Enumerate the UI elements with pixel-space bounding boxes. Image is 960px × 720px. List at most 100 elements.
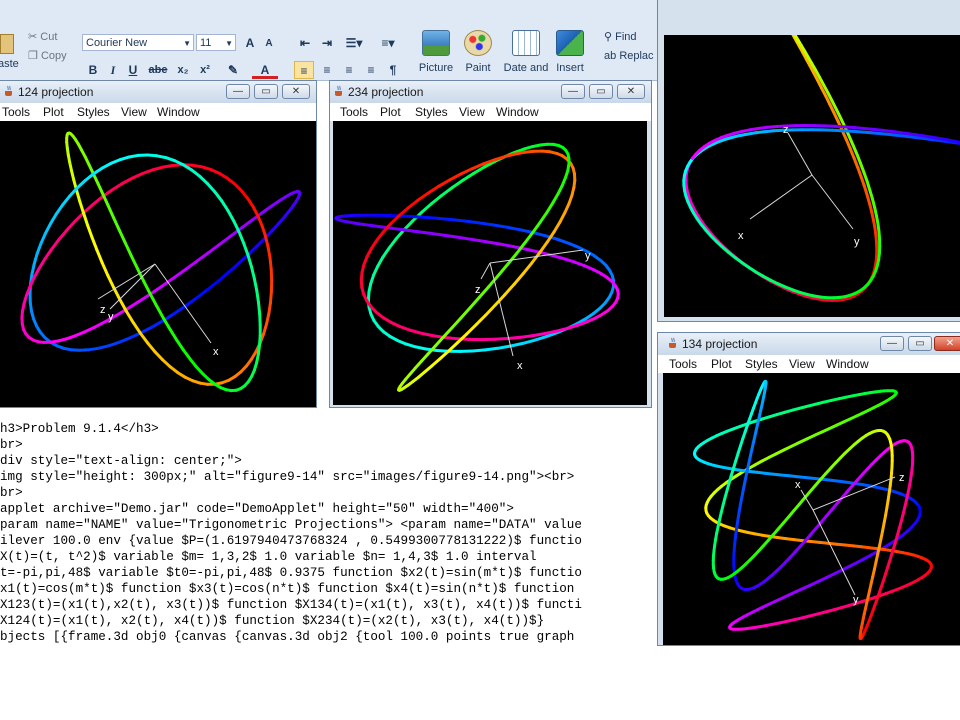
plot-canvas-top-right[interactable]: x y z xyxy=(664,35,960,317)
curve-segment xyxy=(127,331,142,340)
code-line: h3>Problem 9.1.4</h3> xyxy=(0,422,159,436)
shrink-font-button[interactable]: A xyxy=(262,35,276,53)
find-button[interactable]: ⚲ Find xyxy=(604,30,637,43)
underline-button[interactable]: U xyxy=(126,61,140,79)
font-size-select[interactable]: 11 ▼ xyxy=(196,34,236,51)
menu-styles[interactable]: Styles xyxy=(77,105,110,119)
minimize-button[interactable]: — xyxy=(561,84,585,99)
curve-segment xyxy=(484,240,502,246)
align-left-button[interactable]: ≡ xyxy=(294,61,314,79)
curve-segment xyxy=(217,235,232,247)
grow-font-button[interactable]: A xyxy=(242,34,258,52)
code-line: div style="text-align: center;"> xyxy=(0,454,242,468)
curve-segment xyxy=(269,289,273,304)
replace-icon: ab xyxy=(604,50,617,62)
curve-segment xyxy=(112,286,122,302)
curve-segment xyxy=(268,256,273,271)
bold-button[interactable]: B xyxy=(86,61,100,79)
menu-view[interactable]: View xyxy=(459,105,485,119)
curve-segment xyxy=(117,336,131,344)
menu-plot[interactable]: Plot xyxy=(43,105,64,119)
code-line: X(t)=(t, t^2)$ variable $m= 1,3,2$ 1.0 v… xyxy=(0,550,537,564)
curve-segment xyxy=(496,263,509,278)
paragraph-button[interactable]: ¶ xyxy=(384,61,402,79)
menu-view[interactable]: View xyxy=(121,105,147,119)
maximize-button[interactable]: ▭ xyxy=(908,336,932,351)
menu-tools[interactable]: Tools xyxy=(340,105,368,119)
minimize-button[interactable]: — xyxy=(226,84,250,99)
increase-indent-button[interactable]: ⇥ xyxy=(318,34,336,52)
plot-canvas-134[interactable]: x y z xyxy=(663,373,960,645)
x-axis-line xyxy=(489,262,514,357)
window-234-projection[interactable]: 234 projection — ▭ ✕ Tools Plot Styles V… xyxy=(329,80,652,408)
curve-segment xyxy=(415,230,432,235)
replace-button[interactable]: ab Replac xyxy=(604,50,654,62)
paste-button[interactable]: aste xyxy=(0,30,20,70)
menu-window[interactable]: Window xyxy=(826,357,869,371)
close-button[interactable]: ✕ xyxy=(282,84,310,99)
menu-plot[interactable]: Plot xyxy=(380,105,401,119)
curve-segment xyxy=(112,216,121,232)
window-134-projection[interactable]: 134 projection — ▭ ✕ Tools Plot Styles V… xyxy=(657,332,960,646)
curve-segment xyxy=(35,242,43,256)
menu-view[interactable]: View xyxy=(789,357,815,371)
title-bar[interactable]: 124 projection — ▭ ✕ xyxy=(0,81,316,103)
curve-segment xyxy=(550,253,566,261)
menu-window[interactable]: Window xyxy=(157,105,200,119)
menu-tools[interactable]: Tools xyxy=(2,105,30,119)
menu-tools[interactable]: Tools xyxy=(669,357,697,371)
curve-segment xyxy=(206,243,221,255)
curve-segment xyxy=(30,262,36,276)
plot-canvas-124[interactable]: x y z xyxy=(0,121,316,407)
copy-button[interactable]: ❐ Copy xyxy=(28,49,67,62)
subscript-button[interactable]: x₂ xyxy=(174,61,192,79)
binoculars-icon: ⚲ xyxy=(604,31,613,43)
font-family-select[interactable]: Courier New ▼ xyxy=(82,34,194,51)
close-button[interactable]: ✕ xyxy=(934,336,960,351)
decrease-indent-button[interactable]: ⇤ xyxy=(296,34,314,52)
minimize-button[interactable]: — xyxy=(880,336,904,351)
justify-button[interactable]: ≡ xyxy=(362,61,380,79)
window-124-projection[interactable]: 124 projection — ▭ ✕ Tools Plot Styles V… xyxy=(0,80,317,408)
window-top-right-projection[interactable]: x y z xyxy=(657,0,960,322)
menu-styles[interactable]: Styles xyxy=(415,105,448,119)
superscript-button[interactable]: x² xyxy=(196,61,214,79)
curve-segment xyxy=(504,225,522,232)
curve-segment xyxy=(237,253,250,265)
insert-object-button[interactable]: Insert xyxy=(542,30,598,74)
font-color-button[interactable]: A xyxy=(252,61,278,79)
strikethrough-button[interactable]: abe xyxy=(146,61,170,79)
bullets-button[interactable]: ☰▾ xyxy=(340,34,368,52)
curve-segment xyxy=(426,184,441,195)
curve-segment xyxy=(37,257,47,271)
paste-label: aste xyxy=(0,58,19,70)
align-center-button[interactable]: ≡ xyxy=(318,61,336,79)
menu-window[interactable]: Window xyxy=(496,105,539,119)
cut-button[interactable]: ✂ Cut xyxy=(28,30,57,43)
html-source-text[interactable]: h3>Problem 9.1.4</h3> br> div style="text-… xyxy=(0,421,655,645)
plot-canvas-234[interactable]: x y z xyxy=(333,121,647,405)
curve-segment xyxy=(100,261,110,277)
line-spacing-button[interactable]: ≡▾ xyxy=(374,34,402,52)
title-bar[interactable]: 234 projection — ▭ ✕ xyxy=(330,81,651,103)
menu-plot[interactable]: Plot xyxy=(711,357,732,371)
menu-styles[interactable]: Styles xyxy=(745,357,778,371)
axis-label-y: y xyxy=(853,594,859,606)
title-bar[interactable]: 134 projection — ▭ ✕ xyxy=(658,333,960,355)
curve-segment xyxy=(100,161,113,170)
close-button[interactable]: ✕ xyxy=(617,84,645,99)
curve-segment xyxy=(402,219,415,232)
italic-button[interactable]: I xyxy=(106,61,120,79)
curve-segment xyxy=(256,214,264,228)
maximize-button[interactable]: ▭ xyxy=(589,84,613,99)
maximize-button[interactable]: ▭ xyxy=(254,84,278,99)
curve-segment xyxy=(519,334,535,339)
curve-segment xyxy=(216,270,231,283)
curve-segment xyxy=(437,178,452,188)
highlight-button[interactable]: ✎ xyxy=(220,61,246,79)
curve-segment xyxy=(477,221,495,227)
align-right-icon: ≡ xyxy=(345,63,353,77)
curve-segment xyxy=(49,238,60,252)
curve-segment xyxy=(146,341,157,354)
align-right-button[interactable]: ≡ xyxy=(340,61,358,79)
